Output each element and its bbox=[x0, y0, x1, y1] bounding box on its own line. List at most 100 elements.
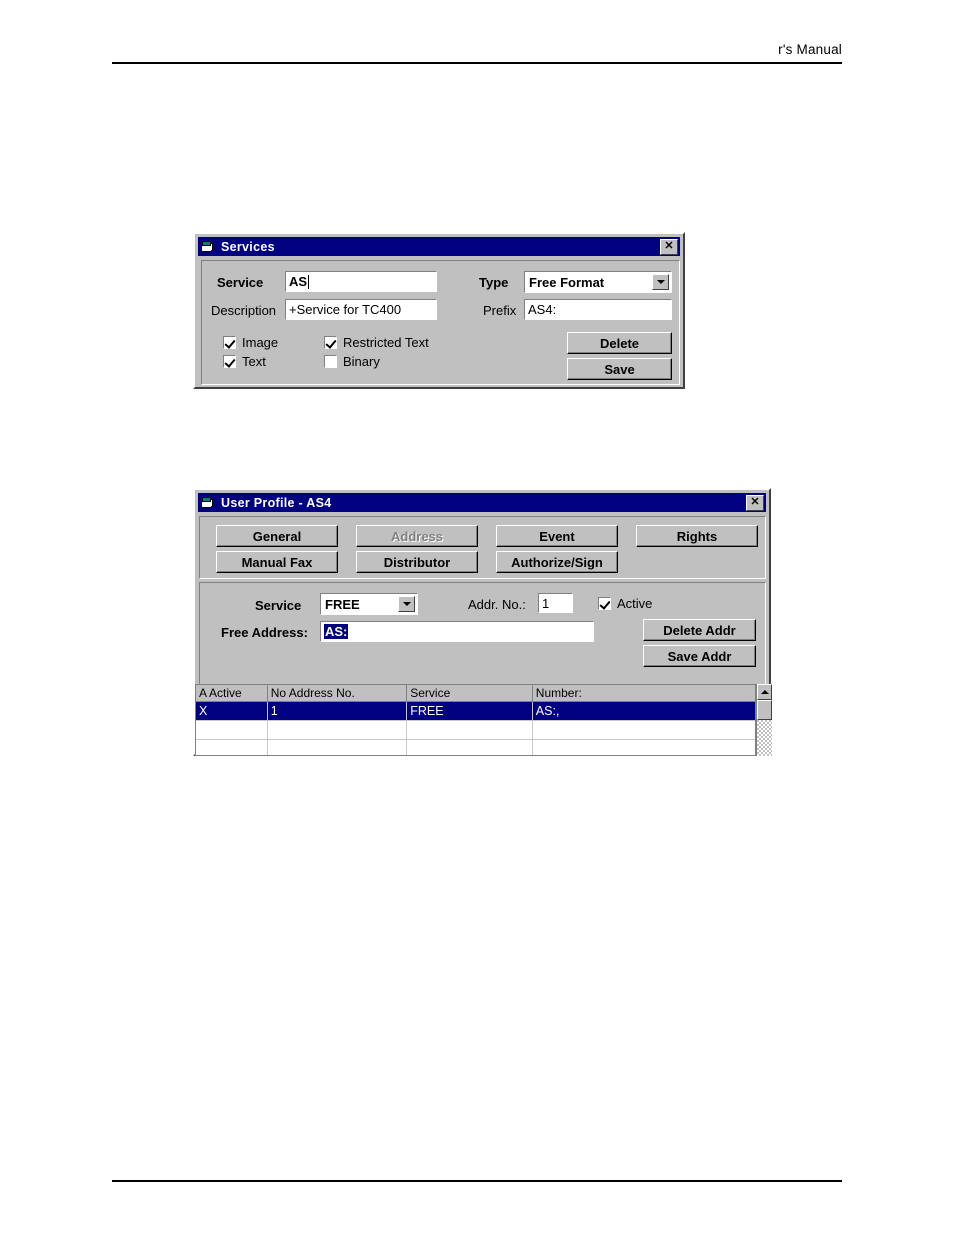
cell-number: AS:, bbox=[535, 704, 560, 718]
delete-addr-button-label: Delete Addr bbox=[663, 622, 736, 638]
tab-manual-fax-label: Manual Fax bbox=[241, 554, 313, 570]
free-address-input[interactable]: AS: bbox=[320, 621, 594, 642]
table-row[interactable]: X 1 FREE AS:, bbox=[196, 702, 755, 721]
service-input[interactable]: AS bbox=[285, 271, 437, 292]
services-titlebar: Services ✕ bbox=[198, 237, 680, 256]
prefix-input[interactable]: AS4: bbox=[524, 299, 672, 320]
nav-button-panel: General Address Event Rights Manual Fax … bbox=[199, 516, 766, 579]
service-input-value: AS bbox=[289, 274, 308, 289]
description-input[interactable]: +Service for TC400 bbox=[285, 299, 437, 320]
cell-a-active: X bbox=[196, 702, 268, 720]
user-profile-titlebar: User Profile - AS4 ✕ bbox=[198, 493, 766, 512]
checkbox-active-box[interactable] bbox=[598, 597, 611, 610]
tab-event-label: Event bbox=[539, 528, 575, 544]
scrollbar-track[interactable] bbox=[757, 720, 772, 756]
header-rule bbox=[112, 62, 842, 64]
grid-vertical-scrollbar[interactable] bbox=[756, 684, 772, 756]
cell-address-no bbox=[268, 740, 408, 755]
prefix-input-value: AS4: bbox=[528, 302, 557, 317]
scrollbar-thumb[interactable] bbox=[757, 700, 772, 720]
cell-a-active bbox=[196, 740, 268, 755]
service-label: Service bbox=[217, 275, 264, 290]
delete-button[interactable]: Delete bbox=[567, 332, 672, 354]
close-glyph: ✕ bbox=[664, 240, 674, 252]
cell-service bbox=[407, 740, 533, 755]
tab-authorize-sign-label: Authorize/Sign bbox=[511, 554, 603, 570]
cell-number bbox=[533, 740, 755, 755]
grid-col-address-no[interactable]: No Address No. bbox=[268, 685, 408, 701]
checkbox-text[interactable]: Text bbox=[223, 354, 266, 369]
checkbox-restricted-text-label: Restricted Text bbox=[343, 335, 429, 350]
tab-rights-label: Rights bbox=[676, 528, 718, 544]
addr-no-label: Addr. No.: bbox=[468, 597, 526, 612]
grid-header-row: A Active No Address No. Service Number: bbox=[196, 685, 755, 702]
cell-a-active bbox=[196, 721, 268, 739]
profile-service-dropdown-value: FREE bbox=[325, 596, 360, 612]
checkbox-binary[interactable]: Binary bbox=[324, 354, 380, 369]
tab-distributor-label: Distributor bbox=[383, 554, 451, 570]
tab-rights[interactable]: Rights bbox=[636, 525, 758, 547]
tab-address: Address bbox=[356, 525, 478, 547]
cell-service: FREE bbox=[407, 702, 533, 720]
chevron-down-icon[interactable] bbox=[398, 596, 415, 612]
grid-col-service[interactable]: Service bbox=[407, 685, 533, 701]
checkbox-image-label: Image bbox=[242, 335, 279, 350]
description-label: Description bbox=[211, 303, 277, 318]
tab-general[interactable]: General bbox=[216, 525, 338, 547]
checkbox-text-label: Text bbox=[242, 354, 266, 369]
addr-no-input-value: 1 bbox=[542, 595, 550, 611]
delete-button-label: Delete bbox=[599, 335, 640, 351]
type-label: Type bbox=[479, 275, 509, 290]
checkbox-active[interactable]: Active bbox=[598, 596, 652, 611]
tab-distributor[interactable]: Distributor bbox=[356, 551, 478, 573]
checkbox-image[interactable]: Image bbox=[223, 335, 278, 350]
checkbox-restricted-text[interactable]: Restricted Text bbox=[324, 335, 429, 350]
grid-col-number[interactable]: Number: bbox=[533, 685, 755, 701]
checkbox-binary-box[interactable] bbox=[324, 355, 337, 368]
type-dropdown[interactable]: Free Format bbox=[524, 271, 672, 293]
app-window-icon bbox=[201, 240, 216, 254]
tab-event[interactable]: Event bbox=[496, 525, 618, 547]
close-icon[interactable]: ✕ bbox=[746, 494, 764, 511]
checkbox-binary-label: Binary bbox=[343, 354, 380, 369]
table-row[interactable] bbox=[196, 721, 755, 740]
address-edit-panel: Service FREE Addr. No.: 1 Active Free Ad… bbox=[199, 582, 766, 686]
checkbox-image-box[interactable] bbox=[223, 336, 236, 349]
services-title: Services bbox=[221, 239, 275, 254]
footer-rule bbox=[112, 1180, 842, 1182]
scroll-up-arrow-icon[interactable] bbox=[757, 684, 772, 700]
close-icon[interactable]: ✕ bbox=[660, 238, 678, 255]
chevron-down-icon[interactable] bbox=[652, 274, 669, 290]
prefix-label: Prefix bbox=[483, 303, 517, 318]
cell-address-no bbox=[268, 721, 408, 739]
profile-service-label: Service bbox=[255, 598, 302, 613]
tab-authorize-sign[interactable]: Authorize/Sign bbox=[496, 551, 618, 573]
cell-service bbox=[407, 721, 533, 739]
tab-address-label: Address bbox=[390, 528, 444, 544]
save-addr-button[interactable]: Save Addr bbox=[643, 645, 756, 667]
checkbox-active-label: Active bbox=[617, 596, 653, 611]
table-row[interactable] bbox=[196, 740, 755, 755]
delete-addr-button[interactable]: Delete Addr bbox=[643, 619, 756, 641]
services-content-panel: Service AS Description +Service for TC40… bbox=[201, 260, 680, 385]
services-dialog: Services ✕ Service AS Description +Servi… bbox=[193, 232, 685, 389]
tab-general-label: General bbox=[252, 528, 302, 544]
checkbox-text-box[interactable] bbox=[223, 355, 236, 368]
save-button[interactable]: Save bbox=[567, 358, 672, 380]
page-header-text: r's Manual bbox=[778, 42, 842, 57]
user-profile-title: User Profile - AS4 bbox=[221, 495, 332, 510]
free-address-input-value: AS: bbox=[324, 624, 349, 639]
addr-no-input[interactable]: 1 bbox=[538, 593, 573, 613]
type-dropdown-value: Free Format bbox=[529, 274, 605, 290]
address-grid[interactable]: A Active No Address No. Service Number: … bbox=[195, 684, 756, 756]
app-window-icon bbox=[201, 496, 216, 510]
user-profile-dialog: User Profile - AS4 ✕ General Address Eve… bbox=[193, 488, 772, 756]
grid-col-a-active[interactable]: A Active bbox=[196, 685, 268, 701]
tab-manual-fax[interactable]: Manual Fax bbox=[216, 551, 338, 573]
checkbox-restricted-text-box[interactable] bbox=[324, 336, 337, 349]
close-glyph: ✕ bbox=[750, 496, 760, 508]
cell-address-no: 1 bbox=[268, 702, 408, 720]
save-button-label: Save bbox=[604, 361, 635, 377]
profile-service-dropdown[interactable]: FREE bbox=[320, 593, 418, 615]
free-address-label: Free Address: bbox=[221, 625, 308, 640]
